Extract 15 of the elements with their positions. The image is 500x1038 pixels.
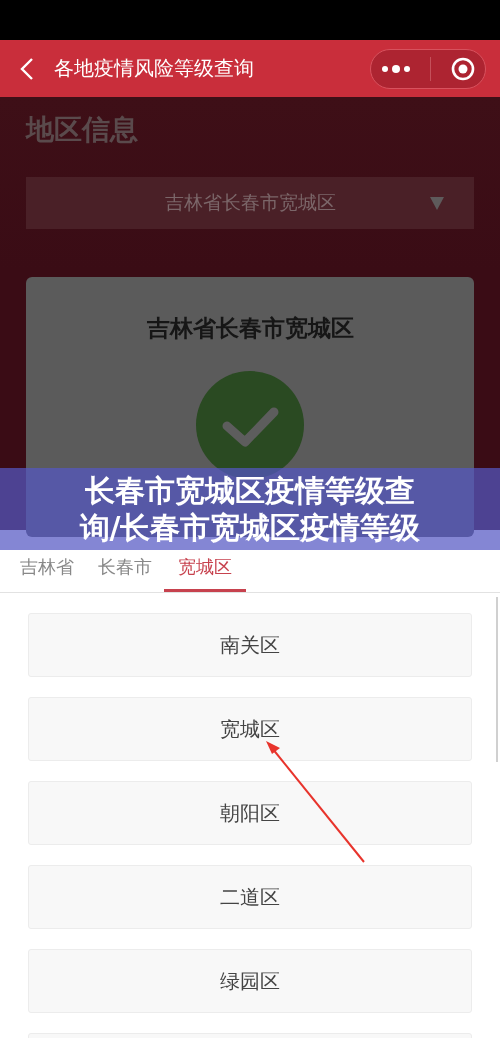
close-target-icon[interactable] [451, 56, 476, 81]
region-name: 吉林省长春市宽城区 [146, 314, 354, 343]
district-item[interactable]: 朝阳区 [28, 781, 472, 845]
tab[interactable]: 吉林省 [8, 552, 86, 592]
section-title: 地区信息 [26, 112, 139, 148]
more-icon[interactable] [380, 63, 411, 74]
district-item[interactable]: 二道区 [28, 865, 472, 929]
district-item[interactable]: 南关区 [28, 613, 472, 677]
tab[interactable]: 长春市 [86, 552, 164, 592]
back-icon[interactable] [20, 56, 34, 81]
district-item[interactable]: 宽城区 [28, 697, 472, 761]
page-title: 各地疫情风险等级查询 [54, 55, 255, 82]
caret-icon [430, 197, 444, 210]
district-item[interactable]: 绿园区 [28, 949, 472, 1013]
banner-title: 长春市宽城区疫情等级查询/长春市宽城区疫情等级 [78, 471, 422, 547]
